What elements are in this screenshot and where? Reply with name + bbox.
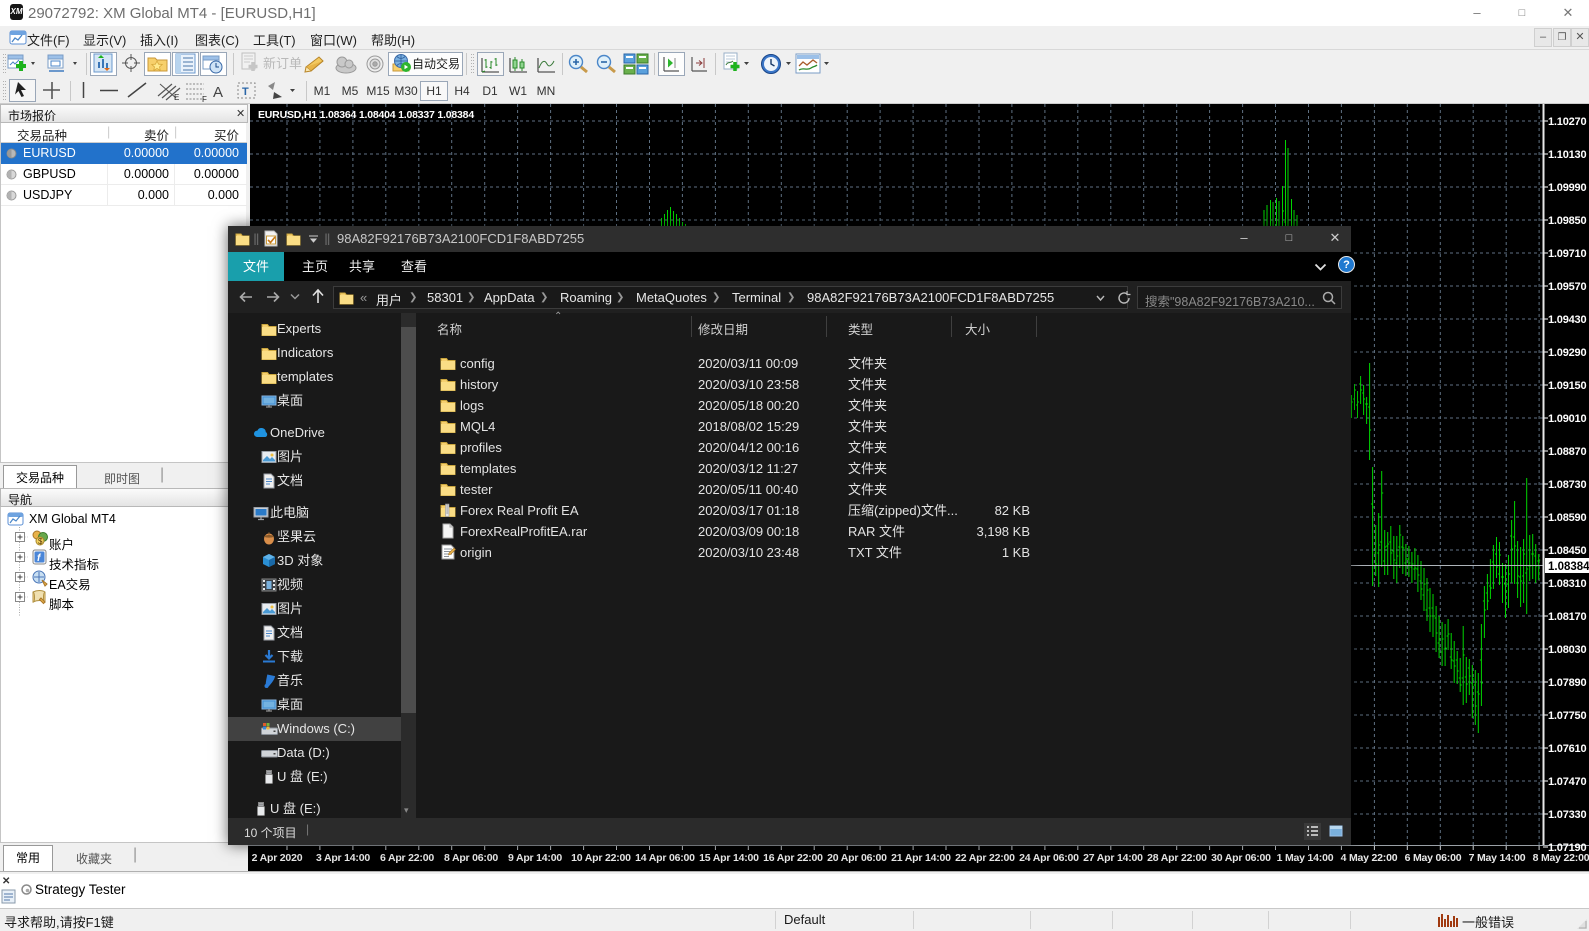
svg-text:1.07610: 1.07610 bbox=[1548, 743, 1586, 755]
svg-text:1 May 14:00: 1 May 14:00 bbox=[1277, 852, 1334, 864]
svg-text:27 Apr 14:00: 27 Apr 14:00 bbox=[1083, 852, 1143, 864]
svg-text:1.07330: 1.07330 bbox=[1548, 809, 1586, 821]
svg-text:1.08030: 1.08030 bbox=[1548, 644, 1586, 656]
svg-text:4 May 22:00: 4 May 22:00 bbox=[1341, 852, 1398, 864]
svg-text:10 Apr 22:00: 10 Apr 22:00 bbox=[571, 852, 631, 864]
svg-text:1.09150: 1.09150 bbox=[1548, 380, 1586, 392]
svg-text:1.08590: 1.08590 bbox=[1548, 512, 1586, 524]
svg-text:1.08870: 1.08870 bbox=[1548, 446, 1586, 458]
svg-text:1.09710: 1.09710 bbox=[1548, 248, 1586, 260]
svg-text:1.07890: 1.07890 bbox=[1548, 677, 1586, 689]
svg-text:E: E bbox=[174, 93, 179, 102]
svg-text:7 May 14:00: 7 May 14:00 bbox=[1469, 852, 1526, 864]
svg-text:3 Apr 14:00: 3 Apr 14:00 bbox=[316, 852, 370, 864]
svg-text:1.10130: 1.10130 bbox=[1548, 149, 1586, 161]
svg-text:20 Apr 06:00: 20 Apr 06:00 bbox=[827, 852, 887, 864]
svg-text:A: A bbox=[213, 84, 223, 101]
svg-text:6 Apr 22:00: 6 Apr 22:00 bbox=[380, 852, 434, 864]
svg-text:15 Apr 14:00: 15 Apr 14:00 bbox=[699, 852, 759, 864]
svg-text:1.08310: 1.08310 bbox=[1548, 578, 1586, 590]
svg-text:8 Apr 06:00: 8 Apr 06:00 bbox=[444, 852, 498, 864]
svg-text:1.07750: 1.07750 bbox=[1548, 710, 1586, 722]
svg-text:1.08450: 1.08450 bbox=[1548, 545, 1586, 557]
svg-text:1.10270: 1.10270 bbox=[1548, 116, 1586, 128]
svg-text:28 Apr 22:00: 28 Apr 22:00 bbox=[1147, 852, 1207, 864]
svg-text:24 Apr 06:00: 24 Apr 06:00 bbox=[1019, 852, 1079, 864]
svg-text:30 Apr 06:00: 30 Apr 06:00 bbox=[1211, 852, 1271, 864]
svg-text:T: T bbox=[242, 86, 249, 98]
svg-text:1.09010: 1.09010 bbox=[1548, 413, 1586, 425]
svg-text:1.08384: 1.08384 bbox=[1548, 561, 1589, 573]
svg-text:1.09570: 1.09570 bbox=[1548, 281, 1586, 293]
svg-text:22 Apr 22:00: 22 Apr 22:00 bbox=[955, 852, 1015, 864]
svg-text:自动交易: 自动交易 bbox=[412, 56, 460, 71]
svg-text:21 Apr 14:00: 21 Apr 14:00 bbox=[891, 852, 951, 864]
svg-text:6 May 06:00: 6 May 06:00 bbox=[1405, 852, 1462, 864]
svg-text:1.07470: 1.07470 bbox=[1548, 776, 1586, 788]
svg-text:1.09430: 1.09430 bbox=[1548, 314, 1586, 326]
svg-text:8 May 22:00: 8 May 22:00 bbox=[1533, 852, 1589, 864]
svg-text:14 Apr 06:00: 14 Apr 06:00 bbox=[635, 852, 695, 864]
svg-text:1.08170: 1.08170 bbox=[1548, 611, 1586, 623]
svg-text:1.08730: 1.08730 bbox=[1548, 479, 1586, 491]
svg-text:16 Apr 22:00: 16 Apr 22:00 bbox=[763, 852, 823, 864]
svg-text:1.09850: 1.09850 bbox=[1548, 215, 1586, 227]
svg-text:1.09290: 1.09290 bbox=[1548, 347, 1586, 359]
svg-text:新订单: 新订单 bbox=[263, 56, 302, 71]
svg-text:F: F bbox=[202, 95, 207, 104]
svg-text:9 Apr 14:00: 9 Apr 14:00 bbox=[508, 852, 562, 864]
svg-text:EURUSD,H1 1.08364 1.08404 1.0: EURUSD,H1 1.08364 1.08404 1.08337 1.0838… bbox=[258, 109, 474, 121]
svg-text:2 Apr 2020: 2 Apr 2020 bbox=[252, 852, 303, 864]
svg-text:1.09990: 1.09990 bbox=[1548, 182, 1586, 194]
svg-text:$: $ bbox=[38, 537, 43, 546]
